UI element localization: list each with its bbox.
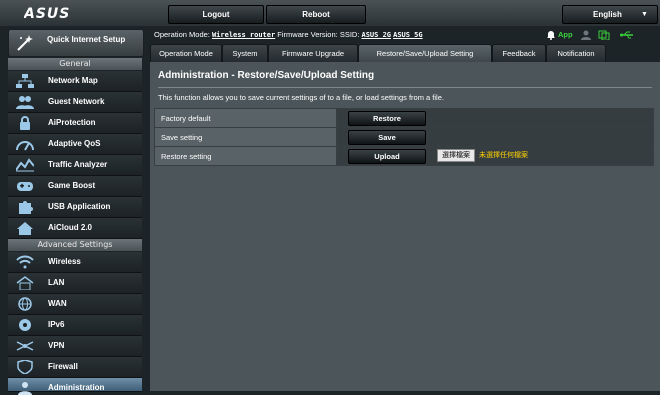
sidebar: Quick Internet Setup General Network Map… bbox=[8, 26, 144, 395]
nav-label: AiProtection bbox=[48, 118, 96, 127]
wifi-icon bbox=[16, 255, 34, 269]
nav-aiprotection[interactable]: AiProtection bbox=[8, 113, 142, 134]
main-panel: Administration - Restore/Save/Upload Set… bbox=[150, 62, 660, 391]
logout-button[interactable]: Logout bbox=[168, 5, 264, 24]
page-description: This function allows you to save current… bbox=[158, 93, 444, 102]
language-label: English bbox=[593, 10, 622, 19]
tab-operation-mode[interactable]: Operation Mode bbox=[150, 44, 222, 64]
general-section-header: General bbox=[8, 58, 142, 70]
app-link[interactable]: App bbox=[558, 27, 573, 43]
nav-label: USB Application bbox=[48, 202, 111, 211]
lock-icon bbox=[20, 116, 30, 130]
person-icon[interactable] bbox=[580, 27, 592, 43]
settings-table: Factory default Restore Save setting Sav… bbox=[154, 108, 654, 166]
nav-administration[interactable]: Administration bbox=[8, 378, 142, 395]
users-icon bbox=[16, 96, 34, 109]
nav-label: Guest Network bbox=[48, 97, 105, 106]
top-bar: ASUS Logout Reboot English ▼ bbox=[0, 0, 660, 26]
row-control: Upload 選擇檔案 未選擇任何檔案 bbox=[336, 146, 654, 166]
no-file-selected-text: 未選擇任何檔案 bbox=[479, 152, 528, 159]
gauge-icon bbox=[16, 141, 34, 151]
tab-system[interactable]: System bbox=[222, 44, 268, 64]
usb-icon[interactable] bbox=[620, 27, 634, 43]
nav-usb-application[interactable]: USB Application bbox=[8, 197, 142, 218]
nav-ipv6[interactable]: IPv6 bbox=[8, 315, 142, 336]
nav-label: IPv6 bbox=[48, 320, 65, 329]
save-button[interactable]: Save bbox=[348, 130, 426, 145]
nav-label: WAN bbox=[48, 299, 67, 308]
upload-button[interactable]: Upload bbox=[348, 149, 426, 164]
gamepad-icon bbox=[17, 182, 33, 191]
nav-vpn[interactable]: VPN bbox=[8, 336, 142, 357]
ssid-5g-link[interactable]: ASUS_5G bbox=[393, 31, 423, 39]
users-admin-icon bbox=[18, 382, 32, 395]
nav-adaptive-qos[interactable]: Adaptive QoS bbox=[8, 134, 142, 155]
choose-file-button[interactable]: 選擇檔案 bbox=[437, 149, 475, 162]
vpn-tunnel-icon bbox=[16, 341, 34, 351]
nav-guest-network[interactable]: Guest Network bbox=[8, 92, 142, 113]
row-control: Restore bbox=[336, 108, 654, 128]
nav-label: Firewall bbox=[48, 362, 78, 371]
title-divider bbox=[158, 87, 652, 88]
bell-icon[interactable] bbox=[546, 27, 556, 43]
magic-wand-icon bbox=[17, 35, 33, 51]
nav-aicloud[interactable]: AiCloud 2.0 bbox=[8, 218, 142, 239]
nav-label: LAN bbox=[48, 278, 65, 287]
house-icon bbox=[16, 276, 34, 290]
nav-wireless[interactable]: Wireless bbox=[8, 252, 142, 273]
advanced-section-header: Advanced Settings bbox=[8, 239, 142, 251]
language-select[interactable]: English ▼ bbox=[562, 5, 658, 24]
firmware-version-label: Firmware Version: bbox=[277, 30, 338, 39]
tab-restore-save-upload[interactable]: Restore/Save/Upload Setting bbox=[358, 44, 492, 64]
tab-firmware-upgrade[interactable]: Firmware Upgrade bbox=[268, 44, 358, 64]
copy-icon[interactable] bbox=[598, 27, 610, 43]
row-label: Save setting bbox=[154, 127, 337, 147]
puzzle-icon bbox=[19, 201, 33, 214]
row-label: Factory default bbox=[154, 108, 337, 128]
table-row: Factory default Restore bbox=[154, 108, 654, 128]
table-row: Restore setting Upload 選擇檔案 未選擇任何檔案 bbox=[154, 146, 654, 166]
nav-label: VPN bbox=[48, 341, 65, 350]
globe-icon bbox=[18, 297, 32, 311]
nav-traffic-analyzer[interactable]: Traffic Analyzer bbox=[8, 155, 142, 176]
asus-logo: ASUS bbox=[24, 6, 70, 20]
cloud-house-icon bbox=[17, 222, 33, 235]
tab-feedback[interactable]: Feedback bbox=[492, 44, 546, 64]
nav-label: Adaptive QoS bbox=[48, 139, 101, 148]
nav-label: AiCloud 2.0 bbox=[48, 223, 93, 232]
nav-lan[interactable]: LAN bbox=[8, 273, 142, 294]
nav-firewall[interactable]: Firewall bbox=[8, 357, 142, 378]
chevron-down-icon: ▼ bbox=[641, 11, 648, 18]
nav-label: Network Map bbox=[48, 76, 98, 85]
chart-line-icon bbox=[16, 158, 34, 172]
nav-game-boost[interactable]: Game Boost bbox=[8, 176, 142, 197]
nav-label: Game Boost bbox=[48, 181, 96, 190]
tab-notification[interactable]: Notification bbox=[546, 44, 606, 64]
row-control: Save bbox=[336, 127, 654, 147]
table-row: Save setting Save bbox=[154, 127, 654, 147]
operation-mode-link[interactable]: Wireless router bbox=[212, 31, 275, 39]
nav-network-map[interactable]: Network Map bbox=[8, 71, 142, 92]
restore-button[interactable]: Restore bbox=[348, 111, 426, 126]
network-map-icon bbox=[16, 74, 34, 88]
operation-mode-label: Operation Mode: bbox=[154, 30, 210, 39]
row-label: Restore setting bbox=[154, 146, 337, 166]
nav-label: Wireless bbox=[48, 257, 81, 266]
ssid-2g-link[interactable]: ASUS_2G bbox=[362, 31, 392, 39]
nav-label: Traffic Analyzer bbox=[48, 160, 108, 169]
quick-internet-setup-button[interactable]: Quick Internet Setup bbox=[8, 29, 144, 57]
qis-label: Quick Internet Setup bbox=[47, 35, 126, 44]
ssid-label: SSID: bbox=[339, 30, 360, 39]
globe-network-icon bbox=[19, 319, 31, 331]
status-bar: Operation Mode: Wireless router Firmware… bbox=[154, 27, 660, 43]
page-title: Administration - Restore/Save/Upload Set… bbox=[158, 70, 375, 81]
reboot-button[interactable]: Reboot bbox=[266, 5, 366, 24]
shield-icon bbox=[17, 360, 33, 374]
nav-wan[interactable]: WAN bbox=[8, 294, 142, 315]
svg-text:ASUS: ASUS bbox=[24, 6, 70, 20]
